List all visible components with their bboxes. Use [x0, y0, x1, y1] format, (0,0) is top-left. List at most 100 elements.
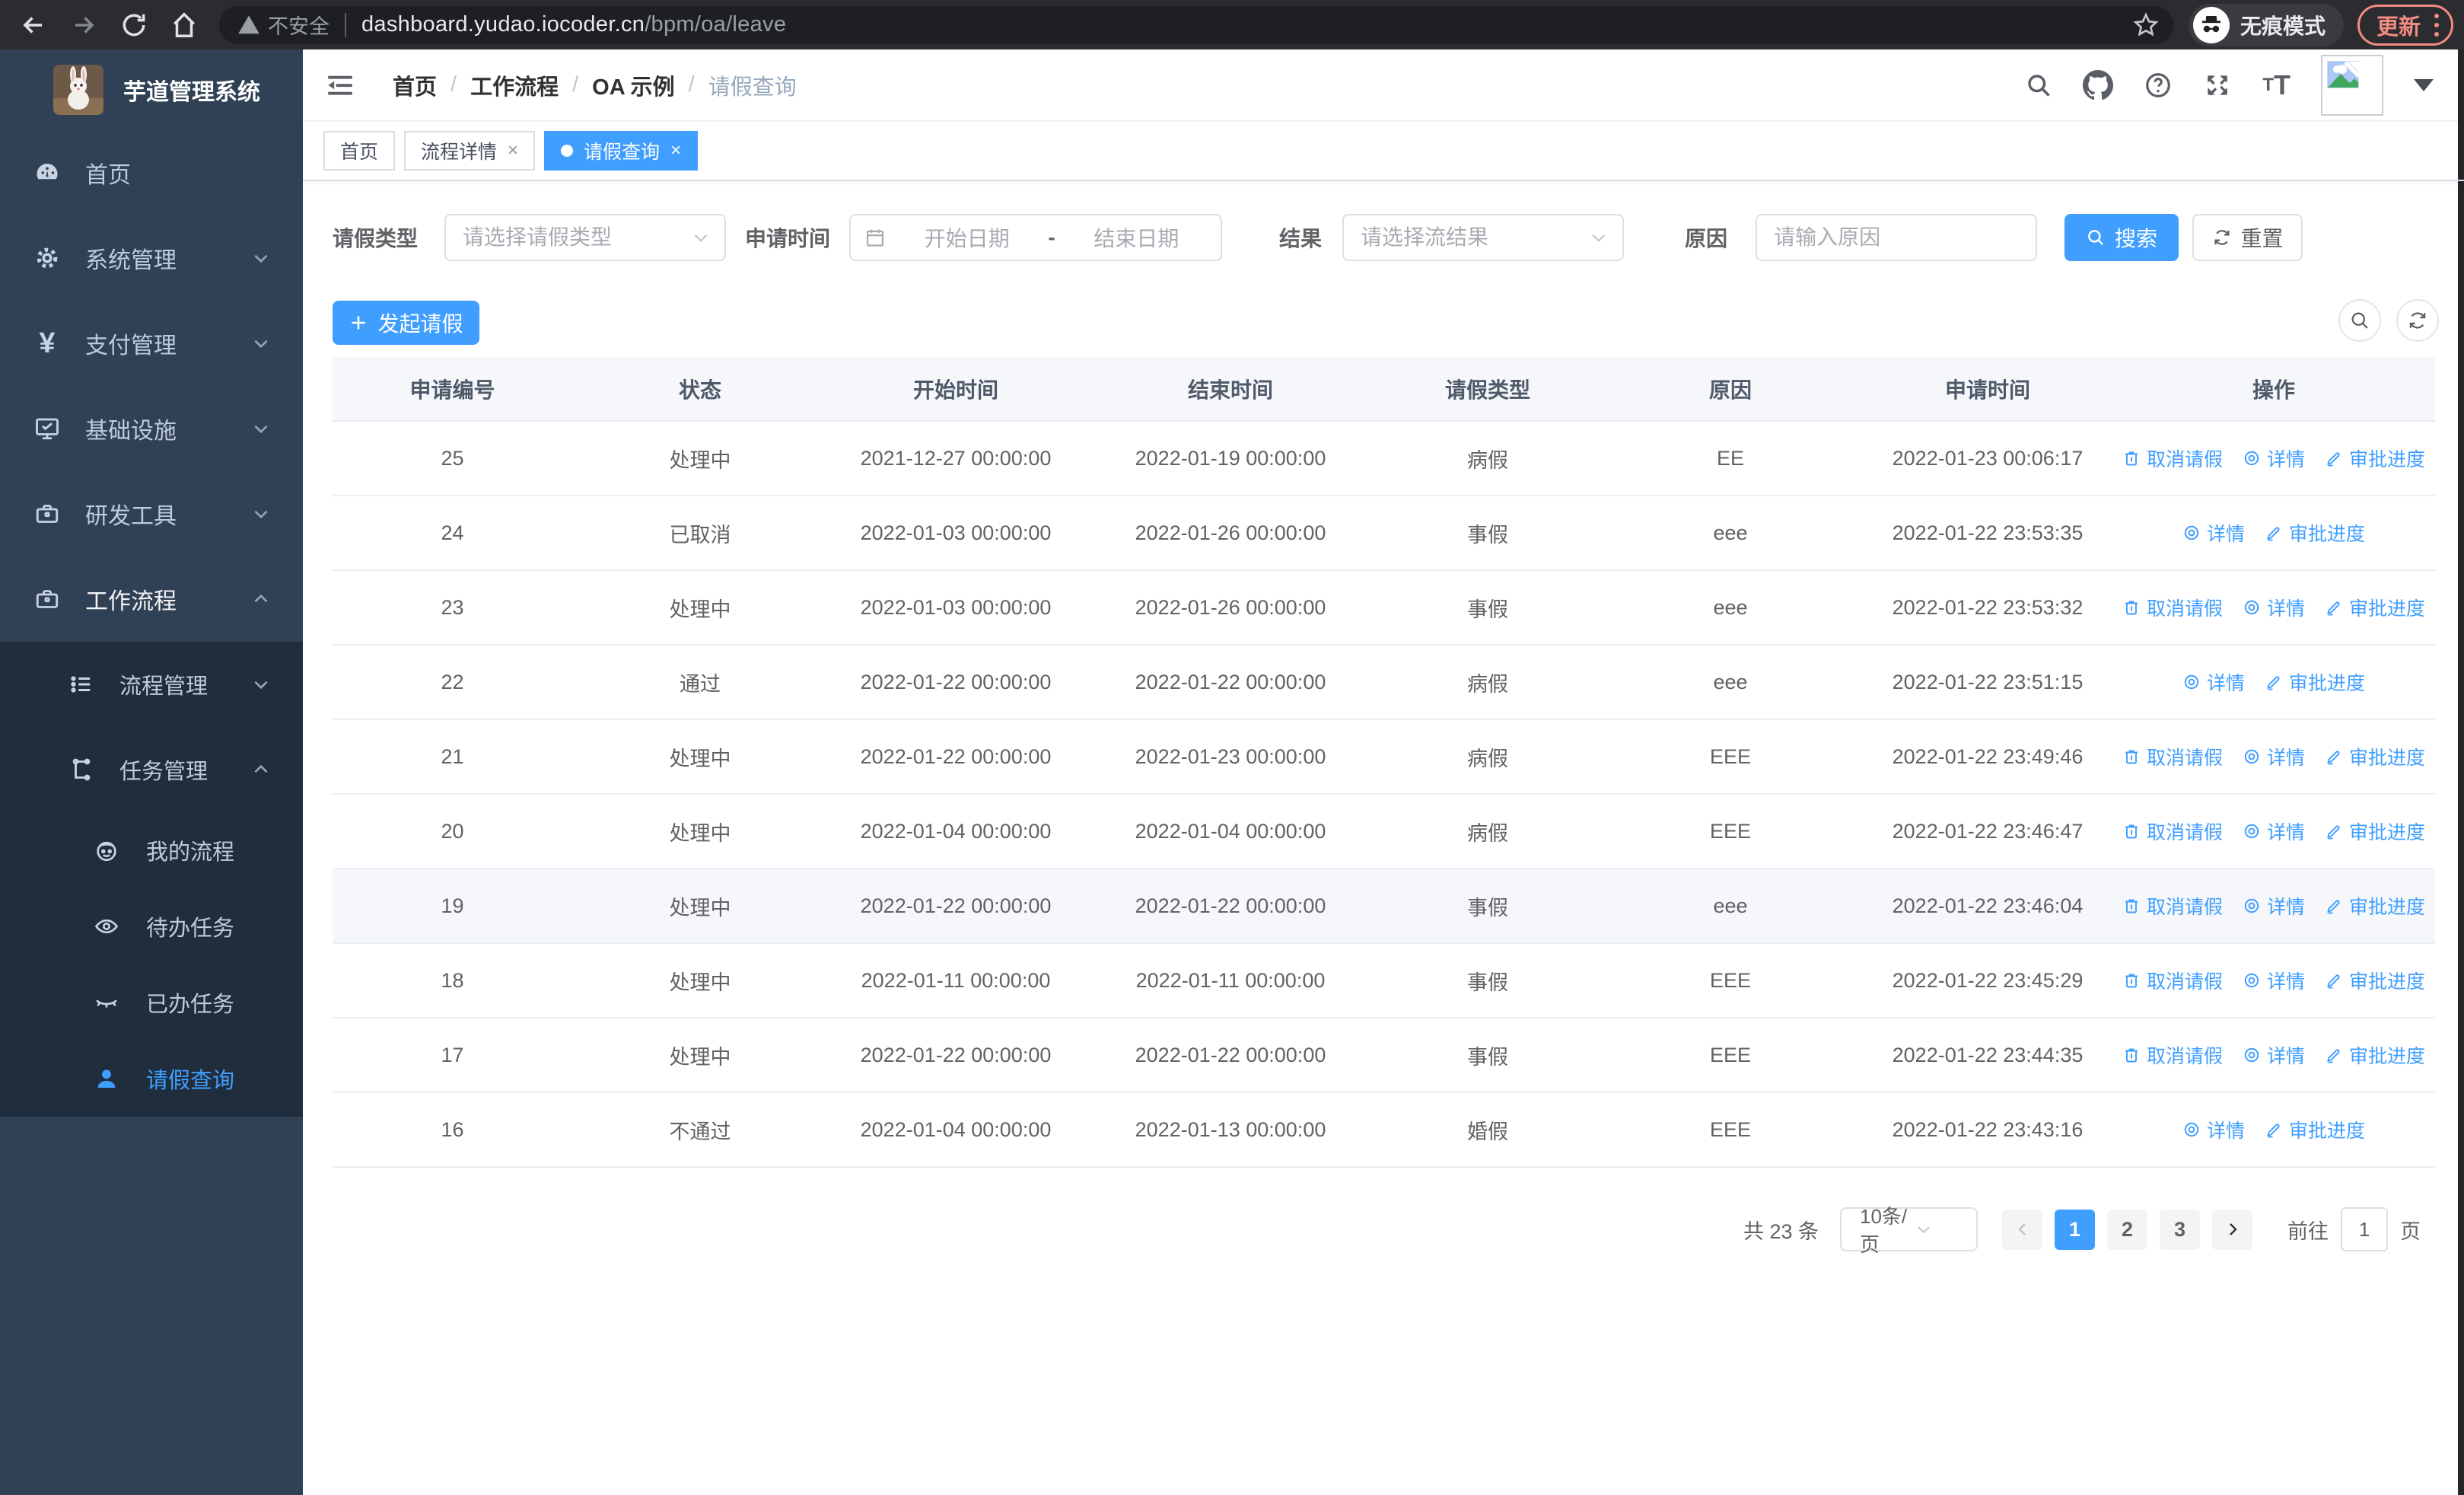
- approval-progress-link[interactable]: 审批进度: [2265, 1116, 2365, 1143]
- page-button-2[interactable]: 2: [2107, 1209, 2147, 1250]
- apply-time-range-picker[interactable]: 开始日期 - 结束日期: [849, 214, 1223, 261]
- trash-icon: [2125, 974, 2138, 988]
- approval-progress-link[interactable]: 审批进度: [2325, 892, 2425, 920]
- sidebar-item-infrastructure[interactable]: 基础设施: [0, 386, 303, 471]
- sidebar-item-todo-tasks[interactable]: 待办任务: [0, 888, 303, 964]
- breadcrumb-oa-example[interactable]: OA 示例: [592, 69, 674, 101]
- sidebar-item-workflow[interactable]: 工作流程: [0, 556, 303, 642]
- cancel-leave-link[interactable]: 取消请假: [2122, 445, 2223, 472]
- incognito-badge[interactable]: 无痕模式: [2188, 3, 2344, 46]
- cell-leave-type: 事假: [1467, 1045, 1508, 1069]
- end-date-placeholder[interactable]: 结束日期: [1066, 222, 1207, 253]
- prev-page-button[interactable]: [2002, 1209, 2042, 1250]
- reason-input[interactable]: [1756, 214, 2038, 261]
- cancel-leave-link[interactable]: 取消请假: [2122, 818, 2223, 845]
- cancel-leave-link[interactable]: 取消请假: [2122, 967, 2223, 994]
- sidebar-item-payment[interactable]: ¥ 支付管理: [0, 301, 303, 386]
- approval-progress-link[interactable]: 审批进度: [2265, 668, 2365, 696]
- toggle-search-button[interactable]: [2338, 299, 2381, 342]
- font-size-icon[interactable]: TT: [2262, 69, 2291, 101]
- github-icon[interactable]: [2083, 69, 2114, 100]
- detail-link[interactable]: 详情: [2243, 445, 2305, 472]
- sidebar-item-leave-query[interactable]: 请假查询: [0, 1041, 303, 1117]
- home-icon[interactable]: [167, 8, 201, 42]
- tree-branch-icon: [65, 756, 98, 783]
- breadcrumb-workflow[interactable]: 工作流程: [470, 69, 559, 101]
- detail-link[interactable]: 详情: [2243, 892, 2305, 920]
- detail-link[interactable]: 详情: [2243, 1041, 2305, 1069]
- browser-menu-icon[interactable]: [2434, 13, 2439, 37]
- approval-progress-link[interactable]: 审批进度: [2325, 967, 2425, 994]
- app-logo[interactable]: 芋道管理系统: [0, 49, 303, 130]
- sidebar-item-done-tasks[interactable]: 已办任务: [0, 964, 303, 1041]
- avatar-caret-icon[interactable]: [2414, 78, 2434, 91]
- row-actions: 取消请假 详情 审批进度: [2112, 818, 2435, 845]
- cell-status: 处理中: [669, 896, 731, 920]
- sidebar-item-task-mgmt[interactable]: 任务管理: [0, 727, 303, 812]
- approval-progress-link[interactable]: 审批进度: [2325, 1041, 2425, 1069]
- cancel-leave-link[interactable]: 取消请假: [2122, 594, 2223, 621]
- cancel-leave-link[interactable]: 取消请假: [2122, 743, 2223, 770]
- approval-progress-link[interactable]: 审批进度: [2325, 743, 2425, 770]
- approval-progress-link[interactable]: 审批进度: [2265, 519, 2365, 547]
- approval-progress-link[interactable]: 审批进度: [2325, 594, 2425, 621]
- page-button-3[interactable]: 3: [2160, 1209, 2200, 1250]
- cell-status: 处理中: [669, 448, 731, 472]
- cell-status: 已取消: [669, 523, 731, 547]
- tab-home[interactable]: 首页: [323, 131, 396, 171]
- goto-page-input[interactable]: [2341, 1207, 2388, 1251]
- close-icon[interactable]: ×: [670, 142, 681, 160]
- detail-link[interactable]: 详情: [2182, 1116, 2245, 1143]
- reset-button[interactable]: 重置: [2192, 214, 2303, 261]
- breadcrumb-home[interactable]: 首页: [393, 69, 437, 101]
- detail-link[interactable]: 详情: [2243, 743, 2305, 770]
- page-size-select[interactable]: 10条/页: [1840, 1205, 1978, 1256]
- create-leave-button[interactable]: 发起请假: [333, 301, 479, 345]
- browser-toolbar: 不安全 dashboard.yudao.iocoder.cn/bpm/oa/le…: [0, 0, 2464, 49]
- update-button[interactable]: 更新: [2357, 4, 2453, 46]
- url-bar[interactable]: 不安全 dashboard.yudao.iocoder.cn/bpm/oa/le…: [219, 5, 2173, 44]
- approval-progress-link[interactable]: 审批进度: [2325, 818, 2425, 845]
- tab-leave-query[interactable]: 请假查询 ×: [544, 131, 699, 171]
- detail-link[interactable]: 详情: [2243, 818, 2305, 845]
- refresh-table-button[interactable]: [2396, 299, 2439, 342]
- forward-icon[interactable]: [67, 8, 100, 42]
- detail-link[interactable]: 详情: [2182, 519, 2245, 547]
- breadcrumb-current: 请假查询: [708, 75, 797, 100]
- tab-process-detail[interactable]: 流程详情 ×: [404, 131, 536, 171]
- app-title: 芋道管理系统: [123, 80, 260, 105]
- detail-link[interactable]: 详情: [2182, 668, 2245, 696]
- cell-apply-time: 2022-01-22 23:44:35: [1892, 1043, 2084, 1066]
- help-icon[interactable]: [2144, 71, 2173, 100]
- next-page-button[interactable]: [2212, 1209, 2252, 1250]
- search-button[interactable]: 搜索: [2064, 214, 2179, 261]
- sidebar-item-devtools[interactable]: 研发工具: [0, 471, 303, 556]
- refresh-icon: [2409, 312, 2426, 329]
- leave-type-select[interactable]: [444, 214, 727, 261]
- cancel-leave-link[interactable]: 取消请假: [2122, 892, 2223, 920]
- start-date-placeholder[interactable]: 开始日期: [896, 222, 1037, 253]
- cell-reason: eee: [1713, 894, 1748, 917]
- user-avatar[interactable]: [2321, 54, 2383, 116]
- sidebar-item-process-mgmt[interactable]: 流程管理: [0, 642, 303, 727]
- search-icon[interactable]: [2025, 72, 2052, 99]
- result-select[interactable]: [1342, 214, 1625, 261]
- pen-icon: [2267, 1124, 2280, 1138]
- page-button-1[interactable]: 1: [2055, 1209, 2095, 1250]
- fullscreen-icon[interactable]: [2203, 71, 2232, 100]
- sidebar-item-my-process[interactable]: 我的流程: [0, 812, 303, 888]
- security-warning[interactable]: 不安全: [237, 10, 329, 40]
- sidebar-collapse-icon[interactable]: [324, 69, 356, 101]
- bookmark-star-icon[interactable]: [2132, 11, 2160, 39]
- cancel-leave-link[interactable]: 取消请假: [2122, 1041, 2223, 1069]
- close-icon[interactable]: ×: [508, 142, 518, 160]
- detail-link[interactable]: 详情: [2243, 967, 2305, 994]
- leave-type-label: 请假类型: [333, 227, 419, 250]
- approval-progress-link[interactable]: 审批进度: [2325, 445, 2425, 472]
- cell-reason: eee: [1713, 670, 1748, 693]
- sidebar-item-home[interactable]: 首页: [0, 130, 303, 215]
- detail-link[interactable]: 详情: [2243, 594, 2305, 621]
- reload-icon[interactable]: [117, 8, 151, 42]
- back-icon[interactable]: [17, 8, 50, 42]
- sidebar-item-system[interactable]: 系统管理: [0, 215, 303, 301]
